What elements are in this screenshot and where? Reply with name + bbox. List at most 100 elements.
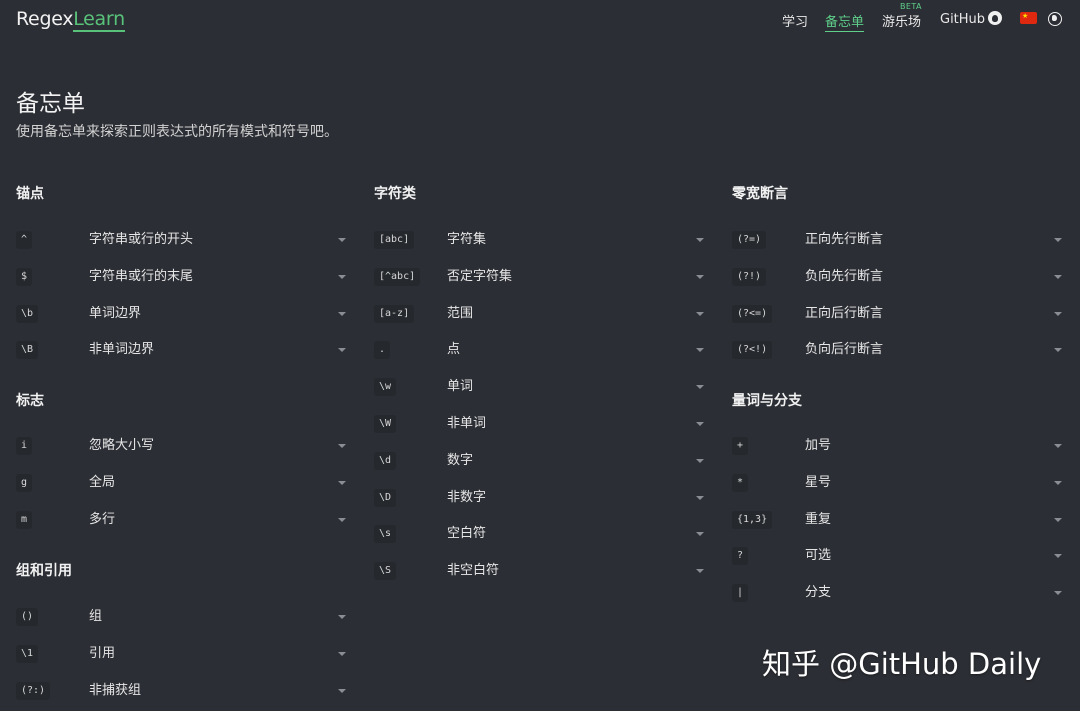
pattern-code: (?!)	[732, 267, 767, 286]
chevron-down-icon[interactable]	[696, 385, 704, 390]
pattern-description: 空白符	[447, 526, 487, 542]
chevron-down-icon[interactable]	[696, 422, 704, 426]
logo[interactable]: RegexLearn	[16, 8, 125, 32]
nav-cheatsheet[interactable]: 备忘单	[825, 11, 865, 32]
cheatsheet-item[interactable]: $ 字符串或行的末尾	[16, 264, 346, 290]
cheatsheet-item[interactable]: m 多行	[16, 507, 346, 533]
chevron-down-icon[interactable]	[338, 238, 346, 242]
china-flag-icon[interactable]: ★	[1020, 12, 1037, 24]
cheatsheet-item[interactable]: g 全局	[16, 470, 346, 496]
cheatsheet-item[interactable]: (?!) 负向先行断言	[732, 264, 1062, 290]
chevron-down-icon[interactable]	[338, 651, 346, 656]
pattern-description: 字符集	[447, 232, 487, 247]
chevron-down-icon[interactable]	[696, 458, 704, 463]
cheatsheet-item[interactable]: * 星号	[732, 470, 1062, 496]
pattern-code: $	[16, 267, 33, 286]
cheatsheet-item[interactable]: \D 非数字	[374, 485, 704, 511]
cheatsheet-item[interactable]: .点	[374, 337, 704, 363]
nav-github-label: GitHub	[940, 12, 986, 27]
pattern-code: .	[374, 341, 391, 360]
chevron-down-icon[interactable]	[1054, 348, 1062, 353]
chevron-down-icon[interactable]	[696, 495, 704, 500]
section-title-flags: 标志	[16, 393, 44, 409]
chevron-down-icon[interactable]	[338, 517, 346, 522]
chevron-down-icon[interactable]	[696, 532, 704, 537]
chevron-down-icon[interactable]	[1054, 274, 1062, 279]
chevron-down-icon[interactable]	[1054, 444, 1062, 448]
cheatsheet-item[interactable]: ^ 字符串或行的开头	[16, 227, 346, 253]
chevron-down-icon[interactable]	[338, 688, 346, 693]
cheatsheet-item[interactable]: \W 非单词	[374, 411, 704, 437]
pattern-description: 多行	[89, 511, 116, 527]
pattern-code: (?<=)	[732, 304, 773, 323]
pattern-description: 字符串或行的末尾	[89, 268, 194, 284]
chevron-down-icon[interactable]	[338, 311, 346, 316]
top-header: RegexLearn 学习 备忘单 游乐场 BETA GitHub ★	[0, 0, 1080, 42]
pattern-description: 非单词	[447, 416, 487, 431]
cheatsheet-item[interactable]: [^abc] 否定字符集	[374, 264, 704, 290]
cheatsheet-item[interactable]: \b 单词边界	[16, 301, 346, 327]
pattern-code: (?<!)	[732, 341, 773, 360]
pattern-description: 点	[447, 342, 461, 358]
watermark: 知乎 @GitHub Daily	[762, 647, 1042, 681]
pattern-code: [abc]	[374, 231, 415, 249]
github-icon	[988, 11, 1003, 25]
pattern-description: 负向后行断言	[805, 342, 884, 358]
pattern-description: 组	[89, 609, 103, 624]
chevron-down-icon[interactable]	[1054, 517, 1062, 522]
pattern-code: [a-z]	[374, 304, 415, 323]
cheatsheet-item[interactable]: \s 空白符	[374, 521, 704, 547]
chevron-down-icon[interactable]	[696, 311, 704, 316]
pattern-code: \W	[374, 415, 397, 433]
chevron-down-icon[interactable]	[696, 348, 704, 353]
nav-learn[interactable]: 学习	[782, 11, 808, 30]
cheatsheet-item[interactable]: (?<!) 负向后行断言	[732, 337, 1062, 363]
cheatsheet-item[interactable]: \d 数字	[374, 448, 704, 474]
chevron-down-icon[interactable]	[1054, 238, 1062, 242]
pattern-code: \B	[16, 341, 39, 360]
pattern-description: 非空白符	[447, 563, 500, 579]
cheatsheet-item[interactable]: \1 引用	[16, 641, 346, 667]
cheatsheet-item[interactable]: {1,3} 重复	[732, 507, 1062, 533]
cheatsheet-item[interactable]: | 分支	[732, 580, 1062, 606]
cheatsheet-item[interactable]: \S 非空白符	[374, 558, 704, 584]
chevron-down-icon[interactable]	[338, 274, 346, 279]
page-title: 备忘单	[16, 91, 85, 117]
chevron-down-icon[interactable]	[696, 274, 704, 279]
chevron-down-icon[interactable]	[338, 480, 346, 485]
chevron-down-icon[interactable]	[696, 238, 704, 242]
nav-github[interactable]: GitHub	[940, 11, 1003, 27]
cheatsheet-item[interactable]: (?:) 非捕获组	[16, 678, 346, 704]
chevron-down-icon[interactable]	[1054, 311, 1062, 316]
pattern-description: 负向先行断言	[805, 268, 884, 284]
cheatsheet-item[interactable]: [abc] 字符集	[374, 227, 704, 253]
chevron-down-icon[interactable]	[338, 444, 346, 448]
pattern-code: \D	[374, 488, 397, 507]
pattern-description: 重复	[805, 511, 832, 527]
pattern-description: 数字	[447, 452, 474, 468]
cheatsheet-item[interactable]: [a-z] 范围	[374, 301, 704, 327]
chevron-down-icon[interactable]	[338, 615, 346, 619]
pattern-description: 正向先行断言	[805, 232, 884, 247]
pattern-code: +	[732, 437, 749, 455]
chevron-down-icon[interactable]	[1054, 554, 1062, 559]
pattern-description: 非单词边界	[89, 342, 155, 358]
chevron-down-icon[interactable]	[696, 569, 704, 574]
page-subtitle: 使用备忘单来探索正则表达式的所有模式和符号吧。	[16, 124, 338, 140]
chevron-down-icon[interactable]	[338, 348, 346, 353]
cheatsheet-item[interactable]: ? 可选	[732, 543, 1062, 569]
cheatsheet-item[interactable]: \B 非单词边界	[16, 337, 346, 363]
chevron-down-icon[interactable]	[1054, 591, 1062, 596]
cheatsheet-item[interactable]: (?<=) 正向后行断言	[732, 301, 1062, 327]
cheatsheet-item[interactable]: i 忽略大小写	[16, 433, 346, 459]
chevron-down-icon[interactable]	[1054, 480, 1062, 485]
cheatsheet-item[interactable]: (?=) 正向先行断言	[732, 227, 1062, 253]
pattern-description: 字符串或行的开头	[89, 232, 194, 247]
nav-playground[interactable]: 游乐场	[882, 11, 921, 30]
cheatsheet-item[interactable]: + 加号	[732, 433, 1062, 459]
pattern-code: |	[732, 584, 749, 603]
globe-icon[interactable]	[1048, 12, 1062, 26]
cheatsheet-item[interactable]: \w 单词	[374, 374, 704, 400]
pattern-code: {1,3}	[732, 510, 773, 529]
cheatsheet-item[interactable]: () 组	[16, 604, 346, 630]
